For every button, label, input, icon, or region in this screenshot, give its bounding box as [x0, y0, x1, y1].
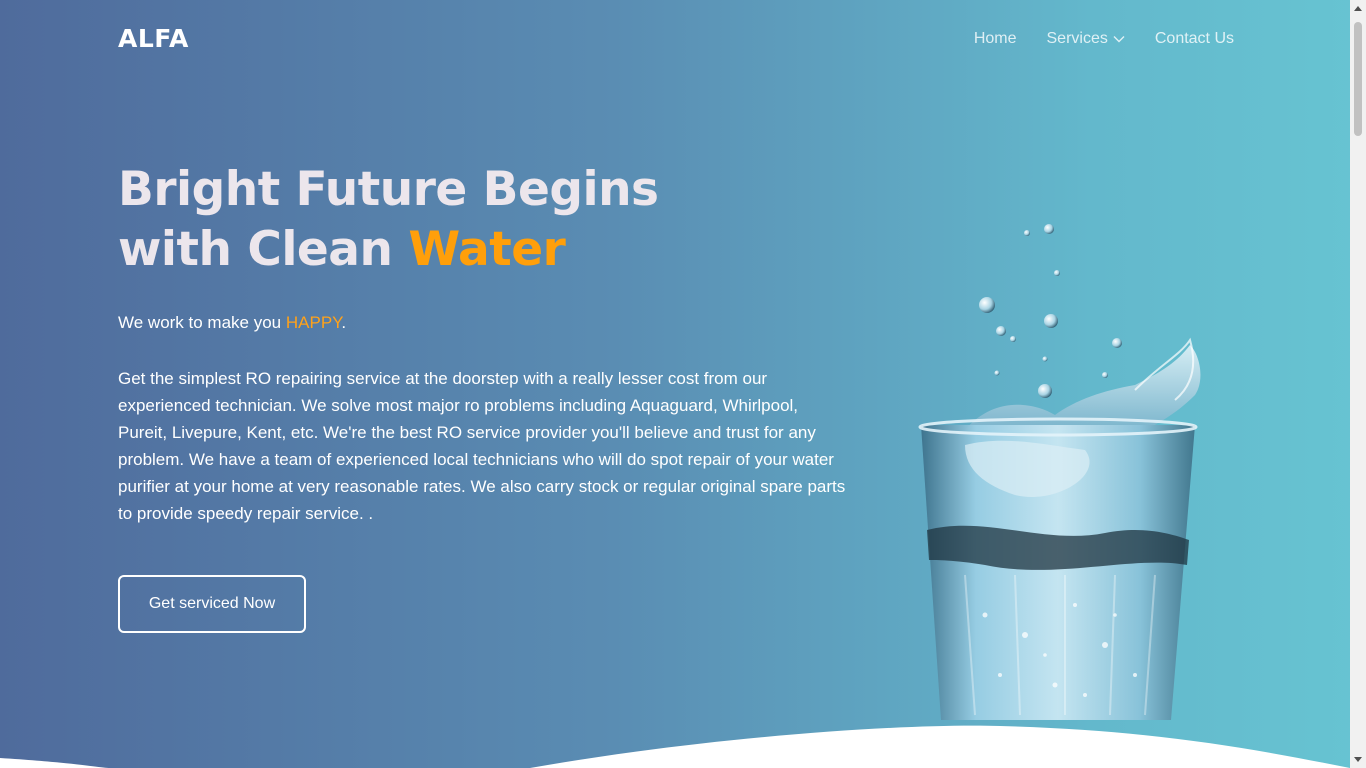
scroll-down-icon[interactable] — [1354, 757, 1362, 762]
nav-home-label: Home — [973, 30, 1017, 47]
tagline-prefix: We work to make you — [118, 313, 286, 332]
main-nav: Home Services Contact Us — [974, 30, 1234, 48]
chevron-down-icon — [1113, 35, 1125, 43]
tagline-suffix: . — [341, 313, 347, 332]
hero-description: Get the simplest RO repairing service at… — [118, 369, 846, 523]
nav-home[interactable]: Home — [974, 30, 1017, 48]
page-scrollbar[interactable] — [1350, 0, 1366, 768]
bottom-wave — [0, 725, 1350, 768]
get-serviced-button[interactable]: Get serviced Now — [118, 575, 306, 633]
nav-contact-label: Contact Us — [1154, 30, 1234, 47]
nav-services[interactable]: Services — [1047, 30, 1125, 48]
site-header: ALFA Home Services Contact Us — [0, 0, 1350, 80]
nav-contact[interactable]: Contact Us — [1155, 30, 1234, 48]
scroll-up-icon[interactable] — [1354, 6, 1362, 11]
tagline: We work to make you HAPPY. — [118, 313, 346, 333]
nav-services-label: Services — [1046, 30, 1108, 47]
hero-title-line1: Bright Future Begins — [118, 162, 659, 217]
logo[interactable]: ALFA — [118, 24, 189, 53]
hero-title-accent: Water — [408, 222, 566, 277]
hero-title: Bright Future Begins with Clean Water — [118, 160, 659, 280]
tagline-accent: HAPPY — [285, 313, 342, 332]
scrollbar-thumb[interactable] — [1354, 22, 1362, 136]
hero-title-line2-prefix: with Clean — [118, 222, 409, 277]
water-glass-icon — [905, 215, 1225, 725]
